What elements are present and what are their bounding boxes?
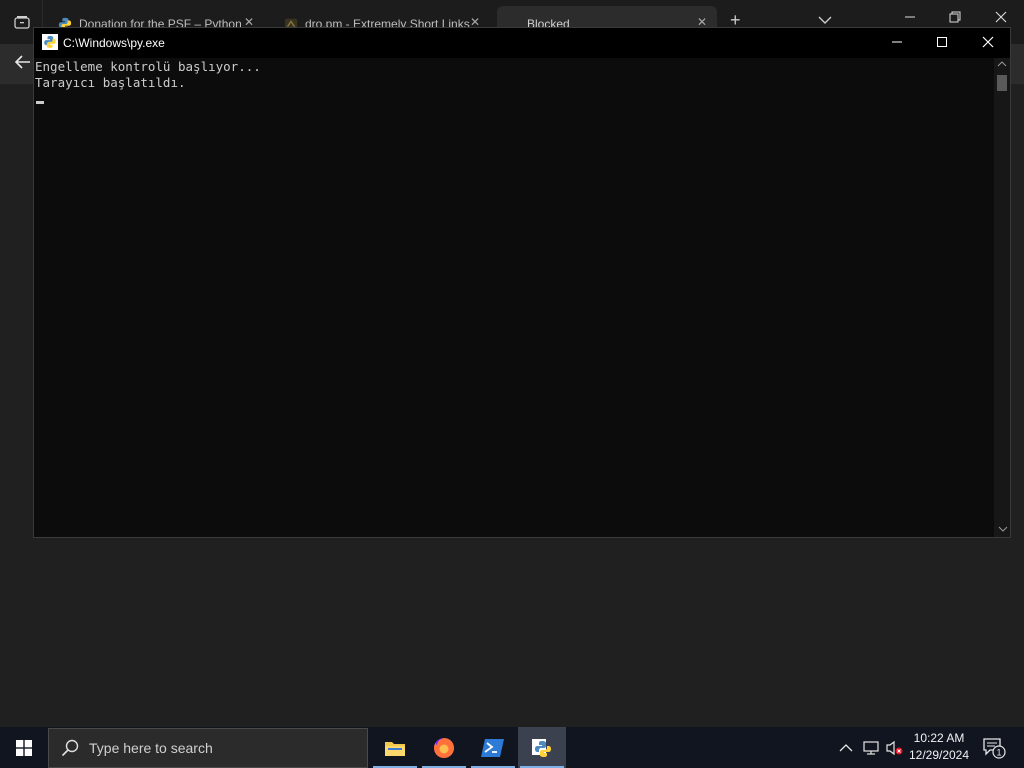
chevron-down-icon[interactable] — [818, 12, 832, 28]
notification-count: 1 — [996, 748, 1001, 758]
browser-minimize-button[interactable] — [904, 10, 916, 26]
back-arrow-icon[interactable] — [14, 54, 32, 75]
console-title-bar[interactable]: C:\Windows\py.exe — [34, 28, 1010, 58]
search-icon — [61, 739, 79, 757]
console-window[interactable]: C:\Windows\py.exe Engelleme kontrolü baş… — [33, 27, 1011, 538]
scroll-down-arrow-icon[interactable] — [998, 525, 1008, 535]
start-button[interactable] — [0, 727, 48, 768]
scrollbar-thumb[interactable] — [997, 75, 1007, 91]
console-line: Engelleme kontrolü başlıyor... — [35, 59, 261, 74]
folder-icon — [385, 741, 405, 756]
taskbar-powershell[interactable] — [469, 727, 517, 768]
scroll-up-arrow-icon[interactable] — [997, 60, 1007, 70]
tab-actions-icon — [14, 16, 30, 29]
console-line: Tarayıcı başlatıldı. — [35, 75, 186, 90]
taskbar-file-explorer[interactable] — [371, 727, 419, 768]
console-scrollbar[interactable] — [994, 58, 1010, 537]
console-minimize-button[interactable] — [882, 33, 912, 53]
clock-time: 10:22 AM — [913, 731, 965, 745]
console-title: C:\Windows\py.exe — [63, 36, 165, 50]
windows-logo-icon — [16, 739, 32, 756]
browser-close-button[interactable] — [995, 10, 1007, 26]
taskbar: Type here to search 10:22 AM 12/29/2024 … — [0, 727, 1024, 768]
chevron-up-icon — [839, 743, 853, 751]
browser-restore-button[interactable] — [949, 10, 961, 26]
taskbar-search-box[interactable]: Type here to search — [48, 728, 368, 768]
notification-icon: 1 — [983, 738, 1006, 759]
taskbar-clock[interactable]: 10:22 AM 12/29/2024 — [902, 730, 976, 764]
console-close-button[interactable] — [973, 33, 1003, 53]
python-launcher-icon — [42, 34, 58, 50]
show-hidden-icons-button[interactable] — [839, 727, 853, 768]
console-output[interactable]: Engelleme kontrolü başlıyor... Tarayıcı … — [34, 58, 996, 537]
clock-date: 12/29/2024 — [908, 748, 970, 762]
network-status-button[interactable] — [862, 727, 880, 768]
firefox-icon — [434, 737, 454, 758]
network-icon — [863, 740, 879, 755]
powershell-icon — [481, 738, 504, 757]
taskbar-firefox[interactable] — [420, 727, 468, 768]
taskbar-python-console[interactable] — [518, 727, 566, 768]
text-cursor — [36, 101, 44, 104]
console-maximize-button[interactable] — [927, 33, 957, 53]
python-launcher-icon — [532, 738, 551, 757]
search-placeholder: Type here to search — [89, 740, 213, 756]
action-center-button[interactable]: 1 — [982, 737, 1006, 764]
